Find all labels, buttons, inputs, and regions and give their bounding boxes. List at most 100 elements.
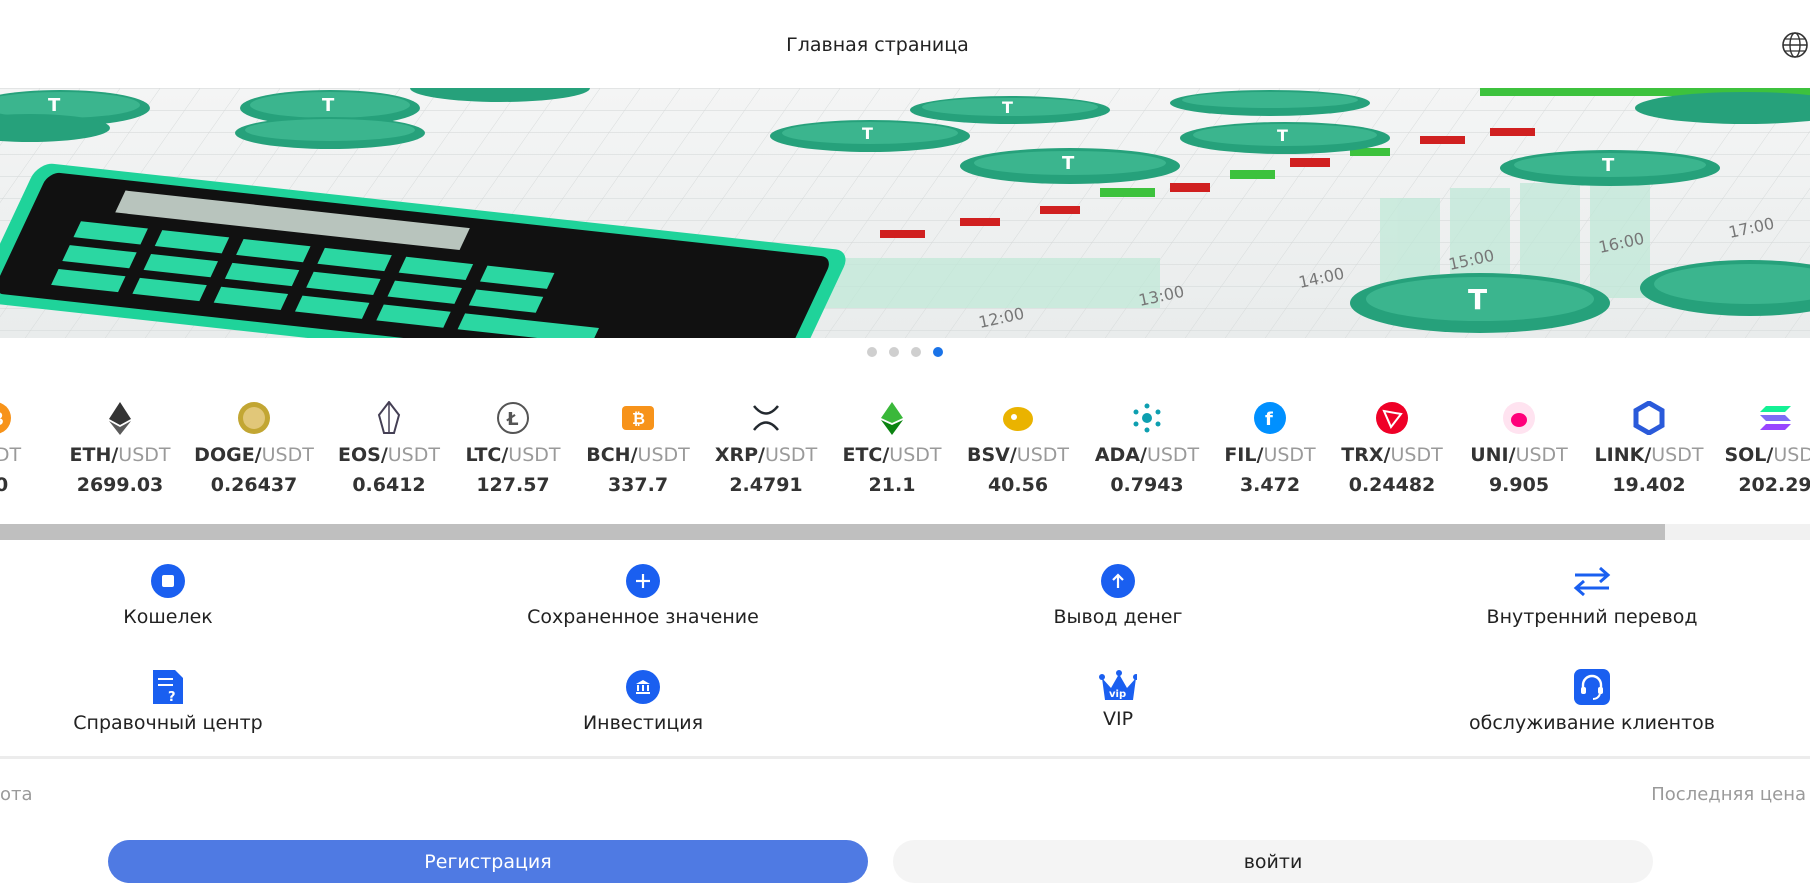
- menu-customer-service[interactable]: обслуживание клиентов: [1442, 668, 1742, 734]
- ticker-price: 0.24482: [1348, 474, 1436, 496]
- menu-internal-transfer[interactable]: Внутренний перевод: [1442, 562, 1742, 628]
- deposit-plus-icon: [624, 562, 662, 600]
- login-button[interactable]: войти: [893, 840, 1653, 883]
- ticker-pair: UNI/USDT: [1470, 444, 1568, 466]
- ticker-pair: ETH/USDT: [69, 444, 171, 466]
- ticker-pair: DOGE/USDT: [194, 444, 314, 466]
- ticker-item-bsv[interactable]: BSV/USDT 40.56: [953, 400, 1083, 496]
- ticker-item-bch[interactable]: ₿ BCH/USDT 337.7: [573, 400, 703, 496]
- top-bar: Главная страница: [0, 0, 1810, 88]
- ticker-price: 0.7943: [1110, 474, 1184, 496]
- menu-label: Сохраненное значение: [527, 606, 759, 628]
- ticker-price: 40.56: [987, 474, 1049, 496]
- svg-text:₿: ₿: [0, 409, 4, 430]
- ada-icon: [1129, 400, 1165, 436]
- carousel-dot[interactable]: [889, 347, 899, 357]
- etc-icon: [874, 400, 910, 436]
- ticker-item-fil[interactable]: f FIL/USDT 3.472: [1205, 400, 1335, 496]
- market-column-name: ота: [0, 784, 33, 805]
- menu-vip[interactable]: vip VIP: [968, 668, 1268, 730]
- help-document-icon: ?: [149, 668, 187, 706]
- ticker-item-eth[interactable]: ETH/USDT 2699.03: [55, 400, 185, 496]
- carousel-dot[interactable]: [867, 347, 877, 357]
- ticker-price: 19.402: [1612, 474, 1686, 496]
- ticker-item-uni[interactable]: UNI/USDT 9.905: [1454, 400, 1584, 496]
- menu-label: VIP: [1102, 708, 1134, 730]
- menu-label: Вывод денег: [1053, 606, 1183, 628]
- ticker-scrollbar-thumb[interactable]: [0, 524, 1666, 540]
- bank-icon: [624, 668, 662, 706]
- svg-text:₿: ₿: [632, 409, 645, 428]
- ticker-item-xrp[interactable]: XRP/USDT 2.4791: [701, 400, 831, 496]
- ticker-price: 127.57: [476, 474, 550, 496]
- ticker-pair: FIL/USDT: [1224, 444, 1316, 466]
- svg-text:Ł: Ł: [506, 409, 519, 430]
- menu-wallet[interactable]: Кошелек: [18, 562, 318, 628]
- menu-label: Инвестиция: [582, 712, 704, 734]
- ticker-item-link[interactable]: LINK/USDT 19.402: [1584, 400, 1714, 496]
- headset-icon: [1573, 668, 1611, 706]
- ticker-pair: BCH/USDT: [586, 444, 690, 466]
- ticker-pair: LINK/USDT: [1594, 444, 1704, 466]
- svg-text:T: T: [862, 124, 873, 143]
- menu-label: Справочный центр: [73, 712, 263, 734]
- svg-text:T: T: [1468, 283, 1487, 316]
- transfer-arrows-icon: [1573, 562, 1611, 600]
- ticker-scrollbar[interactable]: [0, 524, 1810, 540]
- market-column-last-price: Последняя цена: [1651, 784, 1806, 805]
- eos-icon: [371, 400, 407, 436]
- ticker-pair: ETC/USDT: [842, 444, 942, 466]
- menu-label: Внутренний перевод: [1486, 606, 1698, 628]
- ticker-item-doge[interactable]: DOGE/USDT 0.26437: [189, 400, 319, 496]
- ticker-item-trx[interactable]: TRX/USDT 0.24482: [1327, 400, 1457, 496]
- svg-text:T: T: [1602, 155, 1615, 176]
- menu-deposit[interactable]: Сохраненное значение: [493, 562, 793, 628]
- ticker-item-sol[interactable]: SOL/USDT 202.29: [1710, 400, 1810, 496]
- vip-crown-icon: vip: [1099, 668, 1137, 706]
- menu-label: обслуживание клиентов: [1469, 712, 1715, 734]
- ticker-price: 0.6412: [352, 474, 426, 496]
- eth-icon: [102, 400, 138, 436]
- svg-text:f: f: [1265, 409, 1273, 430]
- carousel-indicator: [0, 347, 1810, 357]
- promo-banner[interactable]: 12:00 13:00 14:00 15:00 16:00 17:00 T T …: [0, 88, 1810, 338]
- ticker-price: 0.26437: [210, 474, 298, 496]
- carousel-dot[interactable]: [911, 347, 921, 357]
- btc-icon: ₿: [0, 400, 13, 436]
- ticker-price: 337.7: [607, 474, 669, 496]
- ticker-price: 10: [0, 474, 9, 496]
- menu-investment[interactable]: Инвестиция: [493, 668, 793, 734]
- ticker-pair: BSV/USDT: [966, 444, 1070, 466]
- ticker-price: 21.1: [868, 474, 916, 496]
- globe-icon[interactable]: [1780, 30, 1810, 60]
- ticker-item-etc[interactable]: ETC/USDT 21.1: [827, 400, 957, 496]
- menu-withdraw[interactable]: Вывод денег: [968, 562, 1268, 628]
- carousel-dot-active[interactable]: [933, 347, 943, 357]
- doge-icon: [236, 400, 272, 436]
- bsv-icon: [1000, 400, 1036, 436]
- wallet-icon: [149, 562, 187, 600]
- banner-illustration: 12:00 13:00 14:00 15:00 16:00 17:00 T T …: [0, 88, 1810, 338]
- svg-text:T: T: [1277, 126, 1288, 145]
- ticker-pair: EOS/USDT: [338, 444, 440, 466]
- ticker-price: 2699.03: [76, 474, 164, 496]
- ticker-item-btc[interactable]: ₿ USDT 10: [0, 400, 60, 496]
- ticker-item-eos[interactable]: EOS/USDT 0.6412: [324, 400, 454, 496]
- menu-label: Кошелек: [123, 606, 213, 628]
- ticker-pair: USDT: [0, 444, 22, 466]
- register-button[interactable]: Регистрация: [108, 840, 868, 883]
- market-ticker[interactable]: ₿ USDT 10 ETH/USDT 2699.03 DOGE/USDT 0.2…: [0, 400, 1810, 510]
- ticker-price: 3.472: [1239, 474, 1301, 496]
- svg-text:vip: vip: [1109, 689, 1126, 700]
- withdraw-arrow-icon: [1099, 562, 1137, 600]
- ticker-price: 2.4791: [729, 474, 803, 496]
- menu-help-center[interactable]: ? Справочный центр: [18, 668, 318, 734]
- link-icon: [1631, 400, 1667, 436]
- ticker-item-ltc[interactable]: Ł LTC/USDT 127.57: [448, 400, 578, 496]
- sol-icon: [1757, 400, 1793, 436]
- ticker-price: 9.905: [1488, 474, 1550, 496]
- ticker-item-ada[interactable]: ADA/USDT 0.7943: [1082, 400, 1212, 496]
- ticker-pair: XRP/USDT: [714, 444, 818, 466]
- bch-icon: ₿: [620, 400, 656, 436]
- xrp-icon: [748, 400, 784, 436]
